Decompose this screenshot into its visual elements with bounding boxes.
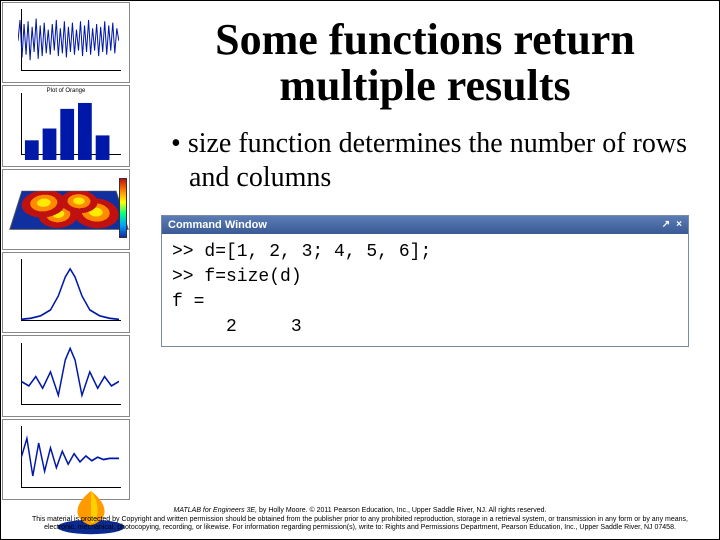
- footer-line1: MATLAB for Engineers 3E, by Holly Moore.…: [21, 507, 699, 516]
- command-window-title: Command Window: [168, 219, 267, 231]
- slide-main: Some functions return multiple results s…: [131, 1, 719, 491]
- thumb-surface-plot: [2, 169, 130, 250]
- thumb-sinc-plot: [2, 335, 130, 416]
- colorbar-icon: [119, 178, 127, 238]
- footer-line1-rest: by Holly Moore. © 2011 Pearson Education…: [257, 507, 546, 514]
- close-icon[interactable]: ×: [676, 219, 682, 230]
- footer-book-title: MATLAB for Engineers 3E,: [174, 507, 258, 514]
- bullet-size-function: size function determines the number of r…: [171, 127, 689, 194]
- command-window: Command Window ↗ × >> d=[1, 2, 3; 4, 5, …: [161, 215, 689, 348]
- thumb-bell-curve: [2, 252, 130, 333]
- undock-icon[interactable]: ↗: [662, 219, 670, 230]
- slide: Plot of Orange: [0, 0, 720, 540]
- thumb-noisy-signal: [2, 2, 130, 83]
- sidebar-thumbnails: Plot of Orange: [1, 1, 131, 501]
- command-window-titlebar: Command Window ↗ ×: [162, 216, 688, 234]
- thumb-bar-chart: Plot of Orange: [2, 85, 130, 166]
- slide-title: Some functions return multiple results: [161, 17, 689, 109]
- footer-line2: This material is protected by Copyright …: [21, 516, 699, 534]
- copyright-footer: MATLAB for Engineers 3E, by Holly Moore.…: [1, 507, 719, 533]
- command-window-body[interactable]: >> d=[1, 2, 3; 4, 5, 6]; >> f=size(d) f …: [162, 234, 688, 347]
